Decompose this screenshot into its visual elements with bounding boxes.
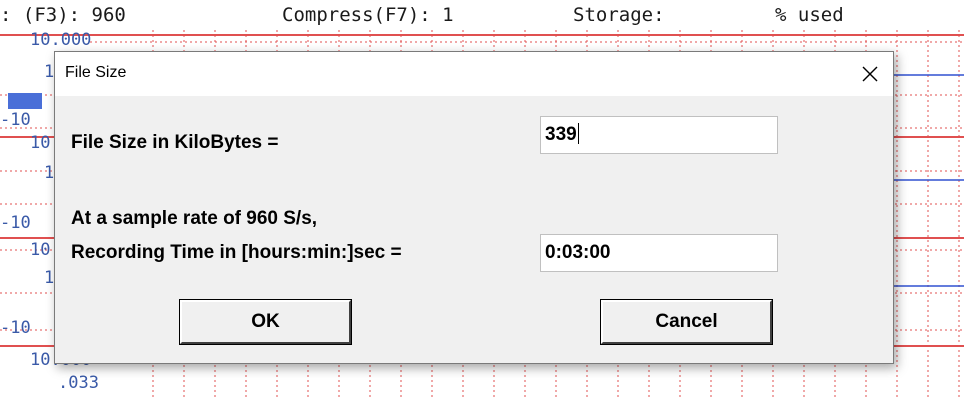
used-status: % used bbox=[775, 4, 844, 26]
dialog-title: File Size bbox=[65, 64, 127, 81]
dialog-titlebar[interactable]: File Size bbox=[55, 52, 893, 96]
axis-tick: -10 bbox=[0, 318, 31, 338]
axis-tick: 10 bbox=[30, 133, 51, 153]
file-size-input[interactable]: 339 bbox=[540, 116, 778, 154]
storage-status: Storage: bbox=[573, 4, 665, 26]
close-icon bbox=[862, 66, 878, 82]
file-size-dialog: File Size File Size in KiloBytes = 339 A… bbox=[54, 51, 894, 364]
ok-button[interactable]: OK bbox=[179, 299, 352, 345]
cancel-button-label: Cancel bbox=[655, 311, 718, 332]
axis-tick: -10 bbox=[0, 213, 31, 233]
compress-status: Compress(F7): 1 bbox=[282, 4, 454, 26]
axis-tick: 10.000 bbox=[30, 30, 92, 50]
recording-time-label: Recording Time in [hours:min:]sec = bbox=[71, 242, 402, 263]
sample-rate-status: : (F3): 960 bbox=[0, 4, 126, 26]
text-caret bbox=[577, 123, 579, 144]
recording-time-input[interactable]: 0:03:00 bbox=[540, 234, 778, 272]
status-bar: : (F3): 960 Compress(F7): 1 Storage: % u… bbox=[0, 0, 964, 30]
sample-rate-text: At a sample rate of 960 S/s, bbox=[71, 208, 318, 229]
ok-button-label: OK bbox=[251, 311, 280, 332]
file-size-value: 339 bbox=[545, 124, 577, 145]
file-size-label: File Size in KiloBytes = bbox=[71, 132, 279, 153]
close-button[interactable] bbox=[847, 52, 893, 96]
axis-tick: -10 bbox=[0, 110, 31, 130]
axis-tick: 10 bbox=[30, 240, 51, 260]
recording-time-value: 0:03:00 bbox=[545, 242, 611, 263]
axis-tick: 1 bbox=[44, 163, 55, 183]
cancel-button[interactable]: Cancel bbox=[600, 299, 773, 345]
channel-marker bbox=[8, 93, 42, 109]
axis-tick: 1 bbox=[44, 268, 55, 288]
axis-tick: .033 bbox=[58, 373, 99, 393]
axis-tick: 1 bbox=[44, 62, 55, 82]
